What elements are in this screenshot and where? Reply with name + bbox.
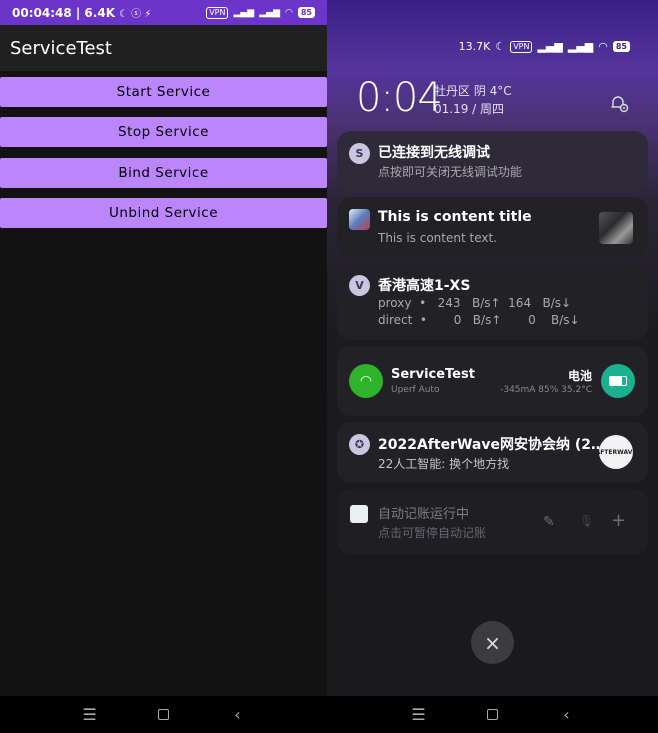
home-icon[interactable] [156, 709, 172, 720]
afterwave-logo: AFTERWAVE [596, 435, 636, 469]
signal-5g-icon: ▂▄▆ [537, 40, 563, 53]
signal-5g-icon: ▂▄▆ [233, 7, 255, 18]
moon-icon: ☾ ⓢ ⚡ [119, 9, 152, 20]
notification-text: 22人工智能: 换个地方找 [378, 457, 510, 471]
moon-icon: ☾ [495, 40, 506, 53]
net-speed: 13.7K [458, 40, 491, 53]
stop-service-button[interactable]: Stop Service [0, 117, 327, 147]
notification-title: 已连接到无线调试 [378, 145, 490, 161]
notification-subtitle: Uperf Auto [391, 385, 440, 395]
add-icon[interactable]: + [611, 510, 626, 531]
unbind-service-button[interactable]: Unbind Service [0, 198, 327, 228]
navigation-bar: ☰ ‹ [327, 696, 658, 733]
app-icon [349, 209, 370, 230]
start-service-button[interactable]: Start Service [0, 77, 327, 107]
notification-bookkeeping[interactable]: 自动记账运行中 点击可暂停自动记账 ✎ 🎙 + [337, 489, 648, 555]
status-bar: 13.7K ☾ VPN ▂▄▆ ▂▄▆ ◠ 85 [459, 40, 630, 53]
notification-settings-icon[interactable] [609, 93, 629, 113]
proxy-speed: proxy • 243 B/s↑ 164 B/s↓ [378, 296, 572, 310]
debug-icon: S [349, 143, 370, 164]
star-icon: ✪ [349, 434, 370, 455]
edit-icon[interactable]: ✎ [543, 514, 555, 530]
app-icon [350, 505, 368, 523]
notification-text: This is content text. [378, 231, 497, 245]
status-time: 00:04:48 | 6.4K [12, 5, 115, 20]
status-bar: 00:04:48 | 6.4K ☾ ⓢ ⚡ VPN ▂▄▆ ▂▄▆ ◠ 85 [0, 0, 327, 25]
bind-service-button[interactable]: Bind Service [0, 158, 327, 188]
notification-shade: 13.7K ☾ VPN ▂▄▆ ▂▄▆ ◠ 85 0:04 牡丹区 阴 4°C … [327, 0, 658, 733]
home-icon[interactable] [485, 709, 501, 720]
notification-text: 点按即可关闭无线调试功能 [378, 165, 523, 179]
notification-afterwave[interactable]: ✪ 2022AfterWave网安协会纳 (2… 22人工智能: 换个地方找 A… [337, 422, 648, 483]
wifi-icon: ◠ [598, 40, 608, 53]
battery-label: 电池 [567, 369, 592, 383]
signal-4g-icon: ▂▄▆ [259, 7, 280, 18]
app-title: ServiceTest [0, 25, 327, 71]
thumbnail-image [599, 212, 633, 244]
wifi-icon: ◠ [285, 7, 293, 18]
direct-speed: direct • 0 B/s↑ 0 B/s↓ [378, 313, 580, 327]
vpn-badge: VPN [206, 6, 229, 19]
battery-icon: 85 [612, 41, 630, 52]
date-text: 01.19 / 周四 [434, 102, 505, 116]
notification-title: This is content title [378, 209, 532, 225]
notification-text: 点击可暂停自动记账 [378, 526, 487, 540]
notification-servicetest[interactable]: ◠ ServiceTest Uperf Auto 电池 -345mA 85% 3… [337, 346, 648, 416]
microphone-icon[interactable]: 🎙 [579, 514, 594, 528]
weather-date: 牡丹区 阴 4°C 01.19 / 周四 [434, 82, 512, 118]
left-phone-screen: 00:04:48 | 6.4K ☾ ⓢ ⚡ VPN ▂▄▆ ▂▄▆ ◠ 85 S… [0, 0, 327, 733]
notification-wireless-debug[interactable]: S 已连接到无线调试 点按即可关闭无线调试功能 [337, 131, 648, 191]
notification-content[interactable]: This is content title This is content te… [337, 197, 648, 257]
back-icon[interactable]: ‹ [559, 705, 575, 724]
battery-detail: -345mA 85% 35.2°C [500, 385, 592, 395]
navigation-bar: ☰ ‹ [0, 696, 327, 733]
battery-icon [601, 364, 635, 398]
notification-title: 香港高速1-XS [378, 278, 471, 294]
vpn-badge: VPN [510, 40, 533, 53]
menu-icon[interactable]: ☰ [411, 705, 427, 724]
menu-icon[interactable]: ☰ [82, 705, 98, 724]
signal-4g-icon: ▂▄▆ [567, 40, 594, 53]
v2ray-icon: V [349, 275, 370, 296]
notification-title: 2022AfterWave网安协会纳 (2… [378, 437, 606, 453]
weather-text: 牡丹区 阴 4°C [434, 84, 512, 98]
back-icon[interactable]: ‹ [230, 705, 246, 724]
battery-icon: 85 [297, 7, 315, 18]
clock[interactable]: 0:04 [356, 75, 443, 121]
notification-title: 自动记账运行中 [378, 507, 470, 522]
clear-all-button[interactable]: × [471, 621, 514, 664]
gauge-icon: ◠ [349, 364, 383, 398]
notification-title: ServiceTest [391, 367, 475, 382]
notification-proxy[interactable]: V 香港高速1-XS proxy • 243 B/s↑ 164 B/s↓ dir… [337, 263, 648, 340]
